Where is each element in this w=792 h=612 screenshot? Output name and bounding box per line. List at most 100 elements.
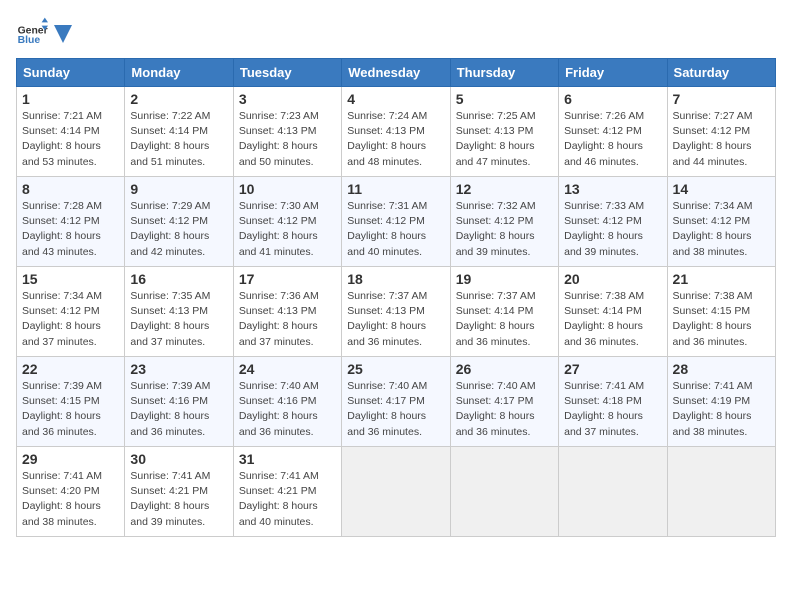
calendar-cell: 16 Sunrise: 7:35 AMSunset: 4:13 PMDaylig… (125, 267, 233, 357)
day-number: 24 (239, 361, 336, 377)
day-number: 27 (564, 361, 661, 377)
day-info: Sunrise: 7:25 AMSunset: 4:13 PMDaylight:… (456, 110, 536, 168)
calendar-cell: 2 Sunrise: 7:22 AMSunset: 4:14 PMDayligh… (125, 87, 233, 177)
day-info: Sunrise: 7:40 AMSunset: 4:16 PMDaylight:… (239, 380, 319, 438)
calendar-week-row: 15 Sunrise: 7:34 AMSunset: 4:12 PMDaylig… (17, 267, 776, 357)
calendar-header-monday: Monday (125, 59, 233, 87)
day-number: 26 (456, 361, 553, 377)
calendar-week-row: 1 Sunrise: 7:21 AMSunset: 4:14 PMDayligh… (17, 87, 776, 177)
calendar-header-row: SundayMondayTuesdayWednesdayThursdayFrid… (17, 59, 776, 87)
calendar-cell: 13 Sunrise: 7:33 AMSunset: 4:12 PMDaylig… (559, 177, 667, 267)
calendar-cell: 22 Sunrise: 7:39 AMSunset: 4:15 PMDaylig… (17, 357, 125, 447)
calendar-cell (559, 447, 667, 537)
day-number: 19 (456, 271, 553, 287)
day-info: Sunrise: 7:22 AMSunset: 4:14 PMDaylight:… (130, 110, 210, 168)
day-info: Sunrise: 7:34 AMSunset: 4:12 PMDaylight:… (22, 290, 102, 348)
day-number: 15 (22, 271, 119, 287)
calendar-cell: 4 Sunrise: 7:24 AMSunset: 4:13 PMDayligh… (342, 87, 450, 177)
day-number: 16 (130, 271, 227, 287)
calendar-cell: 25 Sunrise: 7:40 AMSunset: 4:17 PMDaylig… (342, 357, 450, 447)
calendar-cell: 30 Sunrise: 7:41 AMSunset: 4:21 PMDaylig… (125, 447, 233, 537)
calendar-cell: 14 Sunrise: 7:34 AMSunset: 4:12 PMDaylig… (667, 177, 775, 267)
day-number: 3 (239, 91, 336, 107)
calendar-cell: 12 Sunrise: 7:32 AMSunset: 4:12 PMDaylig… (450, 177, 558, 267)
calendar-header-wednesday: Wednesday (342, 59, 450, 87)
calendar-cell (667, 447, 775, 537)
calendar-cell: 7 Sunrise: 7:27 AMSunset: 4:12 PMDayligh… (667, 87, 775, 177)
day-number: 21 (673, 271, 770, 287)
svg-text:Blue: Blue (18, 35, 41, 46)
logo-triangle-icon (54, 25, 72, 43)
day-info: Sunrise: 7:33 AMSunset: 4:12 PMDaylight:… (564, 200, 644, 258)
calendar-week-row: 22 Sunrise: 7:39 AMSunset: 4:15 PMDaylig… (17, 357, 776, 447)
day-info: Sunrise: 7:28 AMSunset: 4:12 PMDaylight:… (22, 200, 102, 258)
day-number: 7 (673, 91, 770, 107)
day-info: Sunrise: 7:24 AMSunset: 4:13 PMDaylight:… (347, 110, 427, 168)
day-number: 31 (239, 451, 336, 467)
day-info: Sunrise: 7:23 AMSunset: 4:13 PMDaylight:… (239, 110, 319, 168)
calendar-header-thursday: Thursday (450, 59, 558, 87)
calendar-cell (450, 447, 558, 537)
day-number: 2 (130, 91, 227, 107)
calendar-cell: 15 Sunrise: 7:34 AMSunset: 4:12 PMDaylig… (17, 267, 125, 357)
day-info: Sunrise: 7:37 AMSunset: 4:13 PMDaylight:… (347, 290, 427, 348)
calendar-header-friday: Friday (559, 59, 667, 87)
day-info: Sunrise: 7:27 AMSunset: 4:12 PMDaylight:… (673, 110, 753, 168)
calendar-cell: 27 Sunrise: 7:41 AMSunset: 4:18 PMDaylig… (559, 357, 667, 447)
calendar-cell: 21 Sunrise: 7:38 AMSunset: 4:15 PMDaylig… (667, 267, 775, 357)
calendar-cell: 23 Sunrise: 7:39 AMSunset: 4:16 PMDaylig… (125, 357, 233, 447)
calendar-cell: 20 Sunrise: 7:38 AMSunset: 4:14 PMDaylig… (559, 267, 667, 357)
day-number: 4 (347, 91, 444, 107)
calendar-cell: 18 Sunrise: 7:37 AMSunset: 4:13 PMDaylig… (342, 267, 450, 357)
day-info: Sunrise: 7:26 AMSunset: 4:12 PMDaylight:… (564, 110, 644, 168)
logo: General Blue (16, 16, 74, 48)
day-info: Sunrise: 7:35 AMSunset: 4:13 PMDaylight:… (130, 290, 210, 348)
calendar-cell: 17 Sunrise: 7:36 AMSunset: 4:13 PMDaylig… (233, 267, 341, 357)
day-info: Sunrise: 7:39 AMSunset: 4:16 PMDaylight:… (130, 380, 210, 438)
day-number: 22 (22, 361, 119, 377)
day-info: Sunrise: 7:37 AMSunset: 4:14 PMDaylight:… (456, 290, 536, 348)
calendar-header-tuesday: Tuesday (233, 59, 341, 87)
calendar-header-saturday: Saturday (667, 59, 775, 87)
calendar-cell: 1 Sunrise: 7:21 AMSunset: 4:14 PMDayligh… (17, 87, 125, 177)
day-number: 9 (130, 181, 227, 197)
day-number: 8 (22, 181, 119, 197)
calendar-cell (342, 447, 450, 537)
calendar-table: SundayMondayTuesdayWednesdayThursdayFrid… (16, 58, 776, 537)
calendar-cell: 31 Sunrise: 7:41 AMSunset: 4:21 PMDaylig… (233, 447, 341, 537)
day-info: Sunrise: 7:34 AMSunset: 4:12 PMDaylight:… (673, 200, 753, 258)
day-number: 29 (22, 451, 119, 467)
day-info: Sunrise: 7:30 AMSunset: 4:12 PMDaylight:… (239, 200, 319, 258)
day-number: 13 (564, 181, 661, 197)
day-info: Sunrise: 7:40 AMSunset: 4:17 PMDaylight:… (456, 380, 536, 438)
day-number: 11 (347, 181, 444, 197)
calendar-cell: 26 Sunrise: 7:40 AMSunset: 4:17 PMDaylig… (450, 357, 558, 447)
calendar-cell: 24 Sunrise: 7:40 AMSunset: 4:16 PMDaylig… (233, 357, 341, 447)
day-info: Sunrise: 7:41 AMSunset: 4:21 PMDaylight:… (239, 470, 319, 528)
day-number: 5 (456, 91, 553, 107)
day-number: 10 (239, 181, 336, 197)
day-info: Sunrise: 7:41 AMSunset: 4:21 PMDaylight:… (130, 470, 210, 528)
day-info: Sunrise: 7:41 AMSunset: 4:18 PMDaylight:… (564, 380, 644, 438)
day-info: Sunrise: 7:40 AMSunset: 4:17 PMDaylight:… (347, 380, 427, 438)
day-info: Sunrise: 7:36 AMSunset: 4:13 PMDaylight:… (239, 290, 319, 348)
day-number: 17 (239, 271, 336, 287)
day-number: 6 (564, 91, 661, 107)
day-info: Sunrise: 7:32 AMSunset: 4:12 PMDaylight:… (456, 200, 536, 258)
calendar-week-row: 8 Sunrise: 7:28 AMSunset: 4:12 PMDayligh… (17, 177, 776, 267)
day-info: Sunrise: 7:41 AMSunset: 4:20 PMDaylight:… (22, 470, 102, 528)
logo-icon: General Blue (16, 16, 48, 48)
day-number: 28 (673, 361, 770, 377)
day-number: 25 (347, 361, 444, 377)
calendar-week-row: 29 Sunrise: 7:41 AMSunset: 4:20 PMDaylig… (17, 447, 776, 537)
day-info: Sunrise: 7:38 AMSunset: 4:15 PMDaylight:… (673, 290, 753, 348)
day-number: 23 (130, 361, 227, 377)
day-number: 1 (22, 91, 119, 107)
calendar-cell: 19 Sunrise: 7:37 AMSunset: 4:14 PMDaylig… (450, 267, 558, 357)
day-info: Sunrise: 7:39 AMSunset: 4:15 PMDaylight:… (22, 380, 102, 438)
day-number: 20 (564, 271, 661, 287)
calendar-cell: 10 Sunrise: 7:30 AMSunset: 4:12 PMDaylig… (233, 177, 341, 267)
day-number: 18 (347, 271, 444, 287)
day-number: 14 (673, 181, 770, 197)
page-header: General Blue (16, 16, 776, 48)
